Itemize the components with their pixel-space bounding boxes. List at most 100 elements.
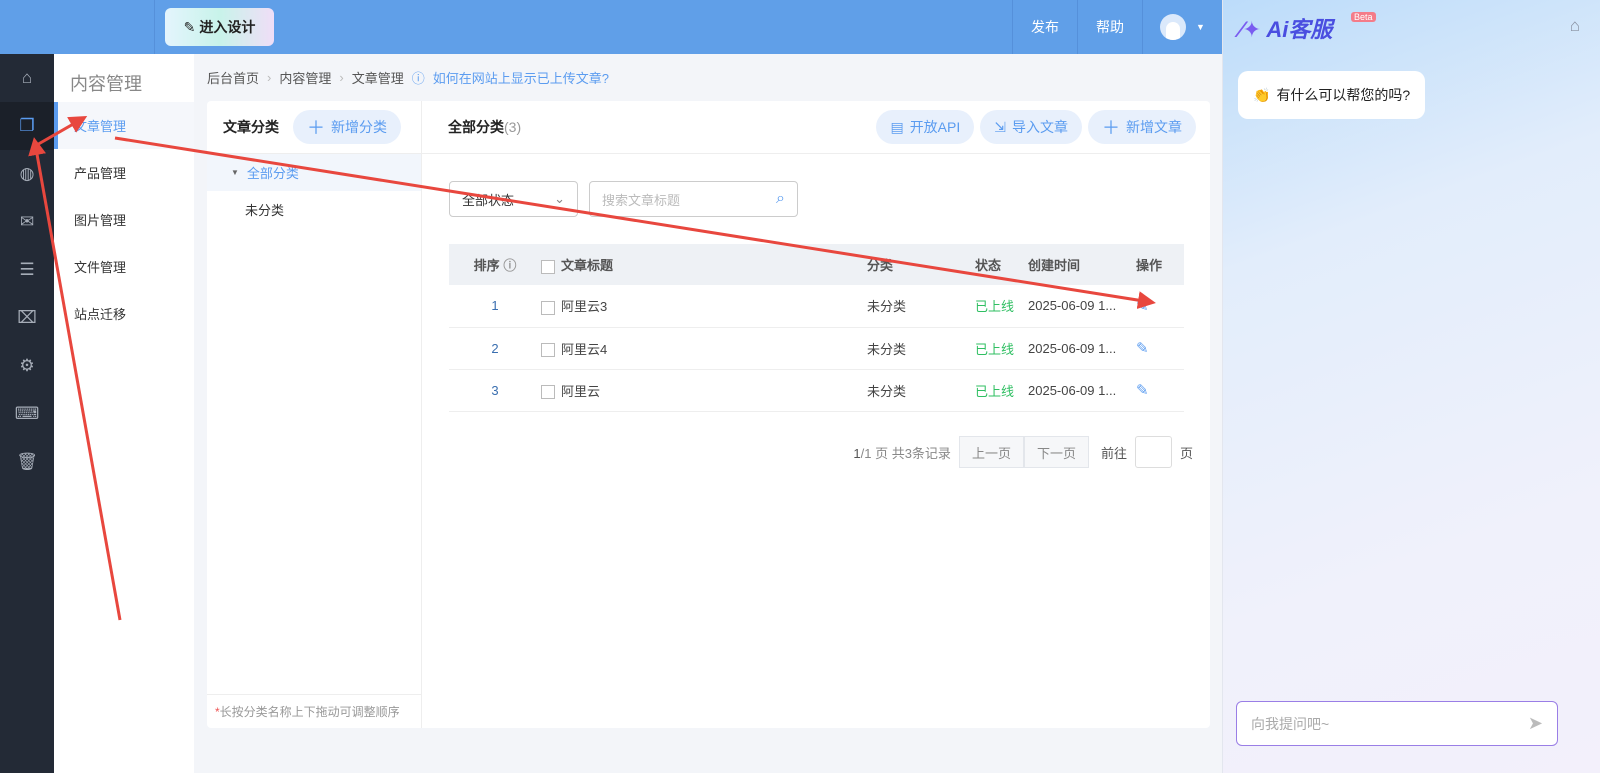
subnav-title: 内容管理 [70, 74, 142, 94]
row-created: 2025-06-09 1... [1028, 327, 1136, 370]
enter-design-button[interactable]: ✎ 进入设计 [165, 8, 274, 46]
category-all[interactable]: ▼ 全部分类 [207, 154, 421, 191]
row-actions: ✎ [1136, 369, 1184, 412]
list-count: (3) [504, 119, 522, 135]
beta-badge: Beta [1351, 12, 1376, 22]
table-row: 3 阿里云 未分类 已上线 2025-06-09 1... ✎ [449, 369, 1184, 412]
col-actions: 操作 [1136, 244, 1184, 285]
next-page-button[interactable]: 下一页 [1023, 436, 1089, 468]
list-icon[interactable]: ☰ [0, 246, 54, 294]
publish-button[interactable]: 发布 [1012, 0, 1077, 54]
row-order: 1 [449, 285, 541, 328]
row-title: 阿里云3 [541, 285, 867, 328]
goto-label: 前往 [1100, 445, 1127, 461]
edit-icon[interactable]: ✎ [1136, 340, 1149, 357]
import-icon: ⇲ [994, 118, 1006, 135]
status-badge: 已上线 [975, 285, 1028, 328]
prev-page-button[interactable]: 上一页 [958, 436, 1024, 468]
col-category: 分类 [867, 244, 975, 285]
article-icon[interactable]: ❐ [0, 102, 54, 150]
row-checkbox[interactable] [541, 385, 555, 400]
row-category: 未分类 [867, 285, 975, 328]
ask-input[interactable]: 向我提问吧~ ➤ [1236, 701, 1558, 746]
category-uncategorized[interactable]: 未分类 [207, 191, 421, 228]
avatar [1160, 14, 1187, 40]
select-all-checkbox[interactable] [541, 259, 555, 274]
settings-icon[interactable]: ⚙ [0, 342, 54, 390]
subnav-item-products[interactable]: 产品管理 [54, 149, 194, 196]
row-order: 2 [449, 327, 541, 370]
subnav-item-files[interactable]: 文件管理 [54, 243, 194, 290]
pagination: 1/1 页 共3条记录 上一页 下一页 前往 页 [853, 436, 1193, 468]
send-icon[interactable]: ➤ [1528, 713, 1543, 734]
chat-icon[interactable]: ✉ [0, 198, 54, 246]
edit-icon[interactable]: ✎ [1136, 382, 1149, 399]
sub-nav: 内容管理 文章管理 产品管理 图片管理 文件管理 站点迁移 [54, 54, 194, 773]
row-actions: ✎ [1136, 327, 1184, 370]
content-card: 文章分类 ＋新增分类 ▼ 全部分类 未分类 * 长按分类名称上下拖动可调整顺序 全部… [207, 101, 1210, 728]
top-bar: ✎ 进入设计 发布 帮助 ▼ [0, 0, 1222, 54]
import-article-button[interactable]: ⇲ 导入文章 [980, 110, 1082, 144]
caret-down-icon: ▼ [1196, 22, 1205, 32]
col-order: 排序 ⓘ [449, 244, 541, 285]
bag-icon[interactable]: ⌧ [0, 294, 54, 342]
col-status: 状态 [975, 244, 1028, 285]
status-badge: 已上线 [975, 369, 1028, 412]
ai-assistant-panel: ⁄✦ Ai客服 Beta ⌂ 👏 有什么可以帮您的吗? 向我提问吧~ ➤ [1222, 0, 1600, 773]
add-category-button[interactable]: ＋新增分类 [293, 110, 401, 144]
row-title: 阿里云 [541, 369, 867, 412]
edit-icon[interactable]: ✎ [1136, 298, 1149, 315]
chevron-down-icon: ⌄ [554, 191, 565, 206]
status-badge: 已上线 [975, 327, 1028, 370]
page-unit: 页 [1179, 445, 1193, 461]
table-row: 1 阿里云3 未分类 已上线 2025-06-09 1... ✎ [449, 285, 1184, 328]
clear-icon[interactable]: ⌂ [1570, 16, 1580, 36]
search-input[interactable]: 搜索文章标题 ⌕ [589, 181, 798, 217]
ai-logo: ⁄✦ Ai客服 [1239, 17, 1333, 42]
category-panel: 文章分类 ＋新增分类 ▼ 全部分类 未分类 * 长按分类名称上下拖动可调整顺序 [207, 101, 422, 728]
planet-icon[interactable]: ◍ [0, 150, 54, 198]
row-order: 3 [449, 369, 541, 412]
breadcrumb: 后台首页 › 内容管理 › 文章管理 ⓘ 如何在网站上显示已上传文章? [207, 68, 609, 87]
help-link[interactable]: 如何在网站上显示已上传文章? [433, 68, 609, 87]
row-title: 阿里云4 [541, 327, 867, 370]
breadcrumb-articles: 文章管理 [351, 71, 404, 86]
caret-down-icon: ▼ [231, 168, 239, 177]
breadcrumb-content[interactable]: 内容管理 [279, 68, 331, 87]
trash-icon[interactable]: 🗑 [0, 438, 54, 486]
row-category: 未分类 [867, 369, 975, 412]
breadcrumb-home[interactable]: 后台首页 [207, 68, 259, 87]
row-created: 2025-06-09 1... [1028, 285, 1136, 328]
api-icon: ▤ [890, 118, 904, 135]
row-checkbox[interactable] [541, 343, 555, 358]
open-api-button[interactable]: ▤ 开放API [876, 110, 975, 144]
row-checkbox[interactable] [541, 300, 555, 315]
subnav-item-images[interactable]: 图片管理 [54, 196, 194, 243]
drag-hint: * 长按分类名称上下拖动可调整顺序 [207, 694, 422, 728]
home-icon[interactable]: ⌂ [0, 54, 54, 102]
search-icon[interactable]: ⌕ [776, 190, 785, 208]
page-input[interactable] [1134, 436, 1172, 468]
user-menu[interactable]: ▼ [1142, 0, 1222, 54]
list-title: 全部分类 [448, 119, 504, 135]
icon-rail: ⌂ ❐ ◍ ✉ ☰ ⌧ ⚙ ⌨ 🗑 [0, 54, 54, 773]
plus-icon: ＋ [1102, 118, 1120, 138]
status-select[interactable]: 全部状态 ⌄ [449, 181, 578, 217]
row-created: 2025-06-09 1... [1028, 369, 1136, 412]
greeting-bubble: 👏 有什么可以帮您的吗? [1238, 71, 1426, 119]
add-article-button[interactable]: ＋新增文章 [1088, 110, 1196, 144]
col-created: 创建时间 [1028, 244, 1136, 285]
article-table: 排序 ⓘ 文章标题 分类 状态 创建时间 操作 1 阿里云3 未分类 已上线 2… [449, 244, 1184, 412]
info-icon: ⓘ [411, 71, 425, 86]
terminal-icon[interactable]: ⌨ [0, 390, 54, 438]
logo-area [0, 0, 155, 54]
info-icon: ⓘ [503, 258, 517, 273]
pencil-icon: ✎ [183, 18, 196, 35]
row-actions: ✎ [1136, 285, 1184, 328]
subnav-item-articles[interactable]: 文章管理 [54, 102, 194, 149]
col-title: 文章标题 [541, 244, 867, 285]
category-title: 文章分类 [223, 119, 279, 135]
row-category: 未分类 [867, 327, 975, 370]
help-button[interactable]: 帮助 [1077, 0, 1142, 54]
subnav-item-migration[interactable]: 站点迁移 [54, 290, 194, 337]
